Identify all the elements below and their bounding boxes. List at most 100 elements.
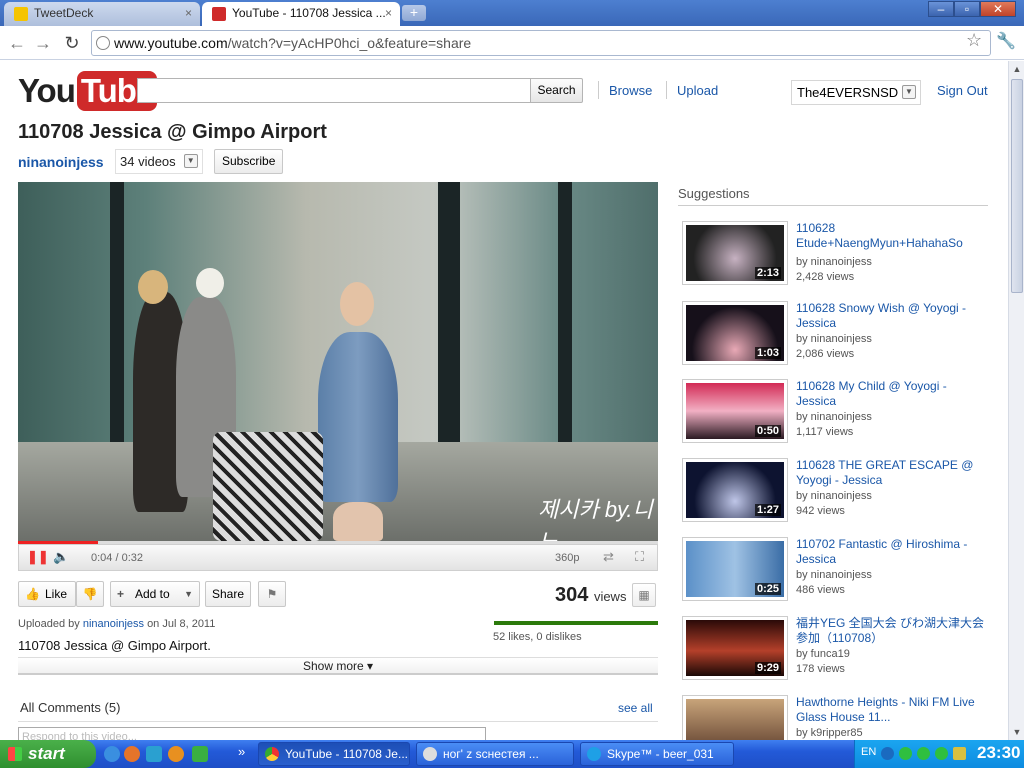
tab-close-icon[interactable]: × xyxy=(185,2,192,24)
address-bar[interactable]: www.youtube.com/watch?v=yAcHP0hci_o&feat… xyxy=(91,30,991,56)
browse-link[interactable]: Browse xyxy=(609,83,652,98)
views-label: views xyxy=(593,589,627,604)
start-button[interactable]: start xyxy=(0,740,96,768)
logo-you: You xyxy=(18,72,76,109)
add-to-button[interactable]: + Add to ▼ xyxy=(110,581,200,607)
new-tab-button[interactable]: + xyxy=(402,5,426,21)
scroll-up-icon[interactable]: ▲ xyxy=(1011,63,1023,75)
scroll-down-icon[interactable]: ▼ xyxy=(1011,726,1023,738)
suggestion-title[interactable]: 110628 Snowy Wish @ Yoyogi - Jessica xyxy=(796,301,988,331)
bookmark-star-icon[interactable]: ☆ xyxy=(966,30,982,51)
show-more-button[interactable]: Show more ▾ xyxy=(18,657,658,675)
taskbar-task-chrome[interactable]: YouTube - 110708 Je... xyxy=(258,742,410,766)
forward-button[interactable]: → xyxy=(32,32,54,54)
suggestion-item[interactable]: 1:27 110628 THE GREAT ESCAPE @ Yoyogi - … xyxy=(682,458,992,528)
video-scene xyxy=(333,502,383,541)
flag-button[interactable]: ⚑ xyxy=(258,581,286,607)
maximize-button[interactable]: ▫ xyxy=(954,1,980,17)
user-menu[interactable]: The4EVERSNSD ▼ xyxy=(791,80,921,105)
suggestion-item[interactable]: 0:50 110628 My Child @ Yoyogi - Jessica … xyxy=(682,379,992,449)
page-scrollbar[interactable]: ▲ ▼ xyxy=(1008,61,1024,740)
tab-close-icon[interactable]: × xyxy=(385,2,392,24)
scrollbar-thumb[interactable] xyxy=(1011,79,1023,293)
app-icon[interactable] xyxy=(192,746,208,762)
suggestion-thumbnail[interactable]: 9:29 xyxy=(682,616,788,680)
thumbnail-image: 0:50 xyxy=(686,383,784,439)
popout-icon[interactable]: ⇄ xyxy=(603,549,614,565)
comment-input[interactable]: Respond to this video... xyxy=(18,727,486,740)
thumbnail-image: 9:29 xyxy=(686,620,784,676)
video-description: 110708 Jessica @ Gimpo Airport. xyxy=(18,638,211,653)
tab-youtube[interactable]: YouTube - 110708 Jessica ... × xyxy=(202,2,400,26)
like-button[interactable]: 👍 Like xyxy=(18,581,76,607)
sign-out-link[interactable]: Sign Out xyxy=(937,83,988,98)
suggestion-title[interactable]: Hawthorne Heights - Niki FM Live Glass H… xyxy=(796,695,988,725)
stats-button[interactable]: ▦ xyxy=(632,583,656,607)
suggestion-item[interactable]: 1:03 110628 Snowy Wish @ Yoyogi - Jessic… xyxy=(682,301,992,371)
close-window-button[interactable]: ✕ xyxy=(980,1,1016,17)
quality-button[interactable]: 360p xyxy=(555,552,579,564)
video-scene xyxy=(340,282,374,326)
browser-toolbar: ← → ↻ www.youtube.com/watch?v=yAcHP0hci_… xyxy=(0,26,1024,60)
suggestion-title[interactable]: 110628 My Child @ Yoyogi - Jessica xyxy=(796,379,988,409)
suggestion-thumbnail[interactable]: 2:13 xyxy=(682,221,788,285)
volume-icon[interactable]: 🔈 xyxy=(53,549,69,565)
fullscreen-icon[interactable]: ⛶ xyxy=(635,549,644,565)
minimize-button[interactable]: – xyxy=(928,1,954,17)
tray-icon[interactable] xyxy=(917,747,930,760)
suggestion-thumbnail[interactable]: 0:25 xyxy=(682,537,788,601)
taskbar-task-skype[interactable]: Skype™ - beer_031 xyxy=(580,742,734,766)
suggestion-thumbnail[interactable]: 1:03 xyxy=(682,301,788,365)
suggestion-thumbnail[interactable]: 0:50 xyxy=(682,379,788,443)
suggestion-channel: by funca19 xyxy=(796,648,850,660)
more-icon[interactable]: » xyxy=(238,744,245,759)
video-title: 110708 Jessica @ Gimpo Airport xyxy=(18,121,327,143)
tray-icon[interactable] xyxy=(881,747,894,760)
video-count-dropdown[interactable]: 34 videos ▼ xyxy=(115,149,203,174)
thumbs-up-icon: 👍 xyxy=(25,587,40,601)
suggestion-views: 2,428 views xyxy=(796,271,855,283)
tab-tweetdeck[interactable]: TweetDeck × xyxy=(4,2,200,26)
app-icon[interactable] xyxy=(168,746,184,762)
duration-badge: 1:27 xyxy=(754,504,781,516)
subscribe-button[interactable]: Subscribe xyxy=(214,149,284,174)
dislike-button[interactable]: 👎 xyxy=(76,581,104,607)
suggestions-heading: Suggestions xyxy=(678,186,750,201)
search-input[interactable] xyxy=(137,78,531,103)
view-count: 304 views xyxy=(555,584,626,607)
channel-link[interactable]: ninanoinjess xyxy=(18,154,104,170)
video-scene xyxy=(318,332,398,502)
see-all-link[interactable]: see all xyxy=(618,701,653,715)
suggestion-title[interactable]: 福井YEG 全国大会 びわ湖大津大会参加（110708） xyxy=(796,616,988,646)
uploader-link[interactable]: ninanoinjess xyxy=(83,618,144,630)
ie-icon[interactable] xyxy=(104,746,120,762)
upload-link[interactable]: Upload xyxy=(677,83,718,98)
suggestion-item[interactable]: Hawthorne Heights - Niki FM Live Glass H… xyxy=(682,695,992,740)
suggestion-title[interactable]: 110628 THE GREAT ESCAPE @ Yoyogi - Jessi… xyxy=(796,458,988,488)
video-frame[interactable]: 제시카 by.니노 xyxy=(18,182,658,541)
comments-heading: All Comments (5) xyxy=(20,700,121,715)
tray-icon[interactable] xyxy=(899,747,912,760)
suggestion-title[interactable]: 110702 Fantastic @ Hiroshima - Jessica xyxy=(796,537,988,567)
suggestion-channel: by ninanoinjess xyxy=(796,256,872,268)
suggestion-item[interactable]: 0:25 110702 Fantastic @ Hiroshima - Jess… xyxy=(682,537,992,607)
suggestion-thumbnail[interactable] xyxy=(682,695,788,740)
back-button[interactable]: ← xyxy=(6,32,28,54)
app-icon[interactable] xyxy=(146,746,162,762)
tray-icon[interactable] xyxy=(953,747,966,760)
wrench-menu-icon[interactable]: 🔧 xyxy=(996,31,1016,51)
suggestion-item[interactable]: 9:29 福井YEG 全国大会 びわ湖大津大会参加（110708） by fun… xyxy=(682,616,992,686)
firefox-icon[interactable] xyxy=(124,746,140,762)
share-button[interactable]: Share xyxy=(205,581,252,607)
search-button[interactable]: Search xyxy=(530,78,583,103)
suggestion-item[interactable]: 2:13 110628 Etude+NaengMyun+HahahaSo by … xyxy=(682,221,992,291)
suggestion-title[interactable]: 110628 Etude+NaengMyun+HahahaSo xyxy=(796,221,988,251)
video-player[interactable]: 제시카 by.니노 ❚❚ 🔈 0:04 / 0:32 360p ⇄ ⛶ xyxy=(18,182,658,571)
tray-icon[interactable] xyxy=(935,747,948,760)
reload-button[interactable]: ↻ xyxy=(61,32,83,54)
pause-icon[interactable]: ❚❚ xyxy=(27,549,49,565)
language-indicator[interactable]: EN xyxy=(861,746,876,758)
suggestion-views: 1,117 views xyxy=(796,426,854,438)
taskbar-task-app[interactable]: ног' z scнестея ... xyxy=(416,742,574,766)
suggestion-thumbnail[interactable]: 1:27 xyxy=(682,458,788,522)
